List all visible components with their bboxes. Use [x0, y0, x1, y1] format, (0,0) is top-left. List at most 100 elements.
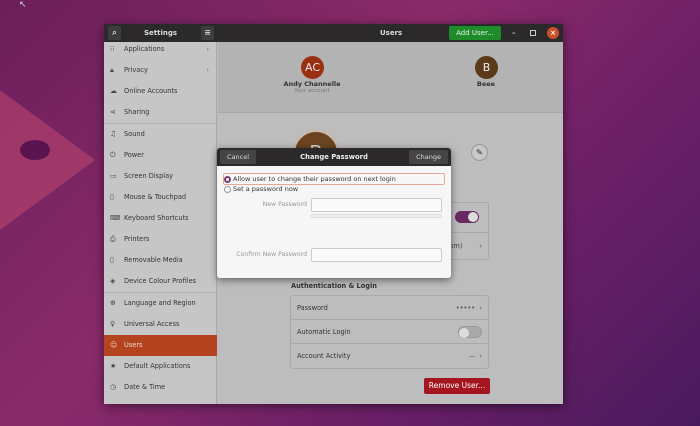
remove-user-button[interactable]: Remove User... [424, 378, 490, 394]
password-label: Password [297, 304, 328, 312]
chevron-right-icon: › [479, 304, 482, 312]
sidebar-item-label: Online Accounts [124, 87, 178, 95]
sidebar-item-label: Printers [124, 235, 150, 243]
sidebar-item-label: Mouse & Touchpad [124, 193, 187, 201]
new-password-label: New Password [262, 201, 307, 208]
sidebar-item-printers[interactable]: ⎙ Printers [104, 229, 217, 250]
admin-toggle[interactable] [455, 211, 479, 223]
sidebar-item-label: Language and Region [124, 299, 196, 307]
sidebar-item-label: Date & Time [124, 383, 166, 391]
mouse-cursor-icon: ↖ [19, 0, 27, 10]
sidebar-item-keyboard-shortcuts[interactable]: ⌨ Keyboard Shortcuts [104, 208, 217, 229]
close-button[interactable]: × [547, 27, 559, 39]
sidebar-item-users[interactable]: ☺ Users [104, 335, 217, 356]
automatic-login-toggle[interactable] [458, 326, 482, 338]
hamburger-icon: ≡ [204, 28, 211, 37]
search-icon: ⌕ [112, 28, 117, 37]
user-name: Andy Channelle [283, 80, 341, 88]
sidebar-item-label: Privacy [124, 66, 148, 74]
option-label: Allow user to change their password on n… [233, 175, 396, 183]
accessibility-icon: ♀ [110, 320, 116, 328]
password-strength-bar [311, 214, 442, 218]
auth-card: Password ••••• › Automatic Login Account … [290, 295, 489, 369]
option-set-now[interactable]: Set a password now [223, 184, 298, 195]
colour-profile-icon: ◈ [110, 277, 116, 285]
music-note-icon: ♫ [110, 130, 117, 138]
radio-selected[interactable] [224, 176, 231, 183]
new-password-input[interactable] [311, 198, 442, 212]
option-label: Set a password now [233, 185, 299, 193]
chevron-right-icon: › [479, 242, 482, 250]
confirm-password-input[interactable] [311, 248, 442, 262]
clock-icon: ◷ [110, 383, 117, 391]
share-icon: ⋖ [110, 108, 116, 116]
keyboard-icon: ⌨ [110, 214, 121, 222]
password-value: ••••• [455, 304, 476, 312]
window-title: Users [380, 29, 403, 37]
search-button[interactable]: ⌕ [108, 26, 121, 40]
sidebar-item-online-accounts[interactable]: ☁ Online Accounts [104, 81, 217, 102]
dialog-header: Cancel Change Password Change [217, 148, 451, 166]
sidebar-item-mouse-touchpad[interactable]: ▯ Mouse & Touchpad [104, 187, 217, 208]
sidebar-item-label: Users [124, 341, 143, 349]
display-icon: ▭ [110, 172, 117, 180]
media-icon: ▯ [110, 256, 114, 264]
maximize-button[interactable] [530, 30, 536, 36]
sidebar-item-label: Default Applications [124, 362, 191, 370]
sidebar-item-privacy[interactable]: 🔒︎ Privacy › [104, 60, 217, 81]
star-icon: ★ [110, 362, 117, 370]
sidebar-item-removable-media[interactable]: ▯ Removable Media [104, 250, 217, 271]
sidebar-item-applications[interactable]: ⁝⁝ Applications › [104, 39, 217, 60]
avatar[interactable]: AC [301, 56, 324, 79]
sidebar-item-universal-access[interactable]: ♀ Universal Access [104, 314, 217, 335]
sidebar: ⁝⁝ Applications › 🔒︎ Privacy › ☁ Online Account… [104, 42, 217, 404]
globe-icon: ⊕ [110, 299, 116, 307]
chevron-right-icon: › [479, 352, 482, 360]
menu-button[interactable]: ≡ [201, 26, 214, 40]
sidebar-item-label: Applications [124, 45, 165, 53]
automatic-login-label: Automatic Login [297, 328, 351, 336]
sidebar-item-label: Removable Media [124, 256, 183, 264]
sidebar-item-label: Keyboard Shortcuts [124, 214, 189, 222]
sidebar-item-about[interactable]: ⓘAbout [104, 398, 217, 404]
sidebar-item-device-colour-profiles[interactable]: ◈ Device Colour Profiles [104, 271, 217, 292]
avatar[interactable]: B [475, 56, 498, 79]
radio-unselected[interactable] [224, 186, 231, 193]
sidebar-item-default-applications[interactable]: ★ Default Applications [104, 356, 217, 377]
sidebar-item-screen-display[interactable]: ▭ Screen Display [104, 166, 217, 187]
password-row[interactable]: Password ••••• › [291, 296, 488, 320]
chevron-right-icon: › [206, 45, 209, 53]
edit-name-button[interactable]: ✎ [471, 144, 488, 161]
sidebar-item-power[interactable]: ⏻ Power [104, 145, 217, 166]
minimize-button[interactable]: – [512, 24, 516, 42]
sidebar-item-sound[interactable]: ♫ Sound [104, 124, 217, 145]
sidebar-item-sharing[interactable]: ⋖ Sharing [104, 102, 217, 123]
sidebar-item-label: Device Colour Profiles [124, 277, 197, 285]
dialog-title: Change Password [300, 153, 368, 161]
cancel-button[interactable]: Cancel [220, 150, 257, 164]
confirm-password-label: Confirm New Password [236, 251, 307, 258]
user-name: Beee [476, 80, 496, 88]
divider [104, 292, 217, 293]
info-icon: ⓘ [110, 398, 117, 404]
sidebar-item-label: Universal Access [124, 320, 180, 328]
sidebar-item-date-time[interactable]: ◷ Date & Time [104, 377, 217, 398]
wallpaper-shape [0, 90, 95, 230]
cloud-icon: ☁ [110, 87, 117, 95]
power-icon: ⏻ [110, 151, 116, 159]
automatic-login-row: Automatic Login [291, 320, 488, 344]
add-user-button[interactable]: Add User... [449, 26, 501, 40]
sidebar-item-label: Sharing [124, 108, 150, 116]
account-activity-value: — [468, 352, 476, 360]
account-activity-row[interactable]: Account Activity — › [291, 344, 488, 368]
account-activity-label: Account Activity [297, 352, 351, 360]
user-subtitle: Your account [294, 88, 330, 94]
sidebar-item-label: Screen Display [124, 172, 174, 180]
printer-icon: ⎙ [110, 235, 116, 243]
sidebar-item-language-and-region[interactable]: ⊕ Language and Region [104, 293, 217, 314]
sidebar-item-label: Sound [124, 130, 145, 138]
user-icon: ☺ [110, 341, 118, 349]
change-button[interactable]: Change [409, 150, 448, 164]
sidebar-item-label: Power [124, 151, 144, 159]
chevron-right-icon: › [206, 66, 209, 74]
